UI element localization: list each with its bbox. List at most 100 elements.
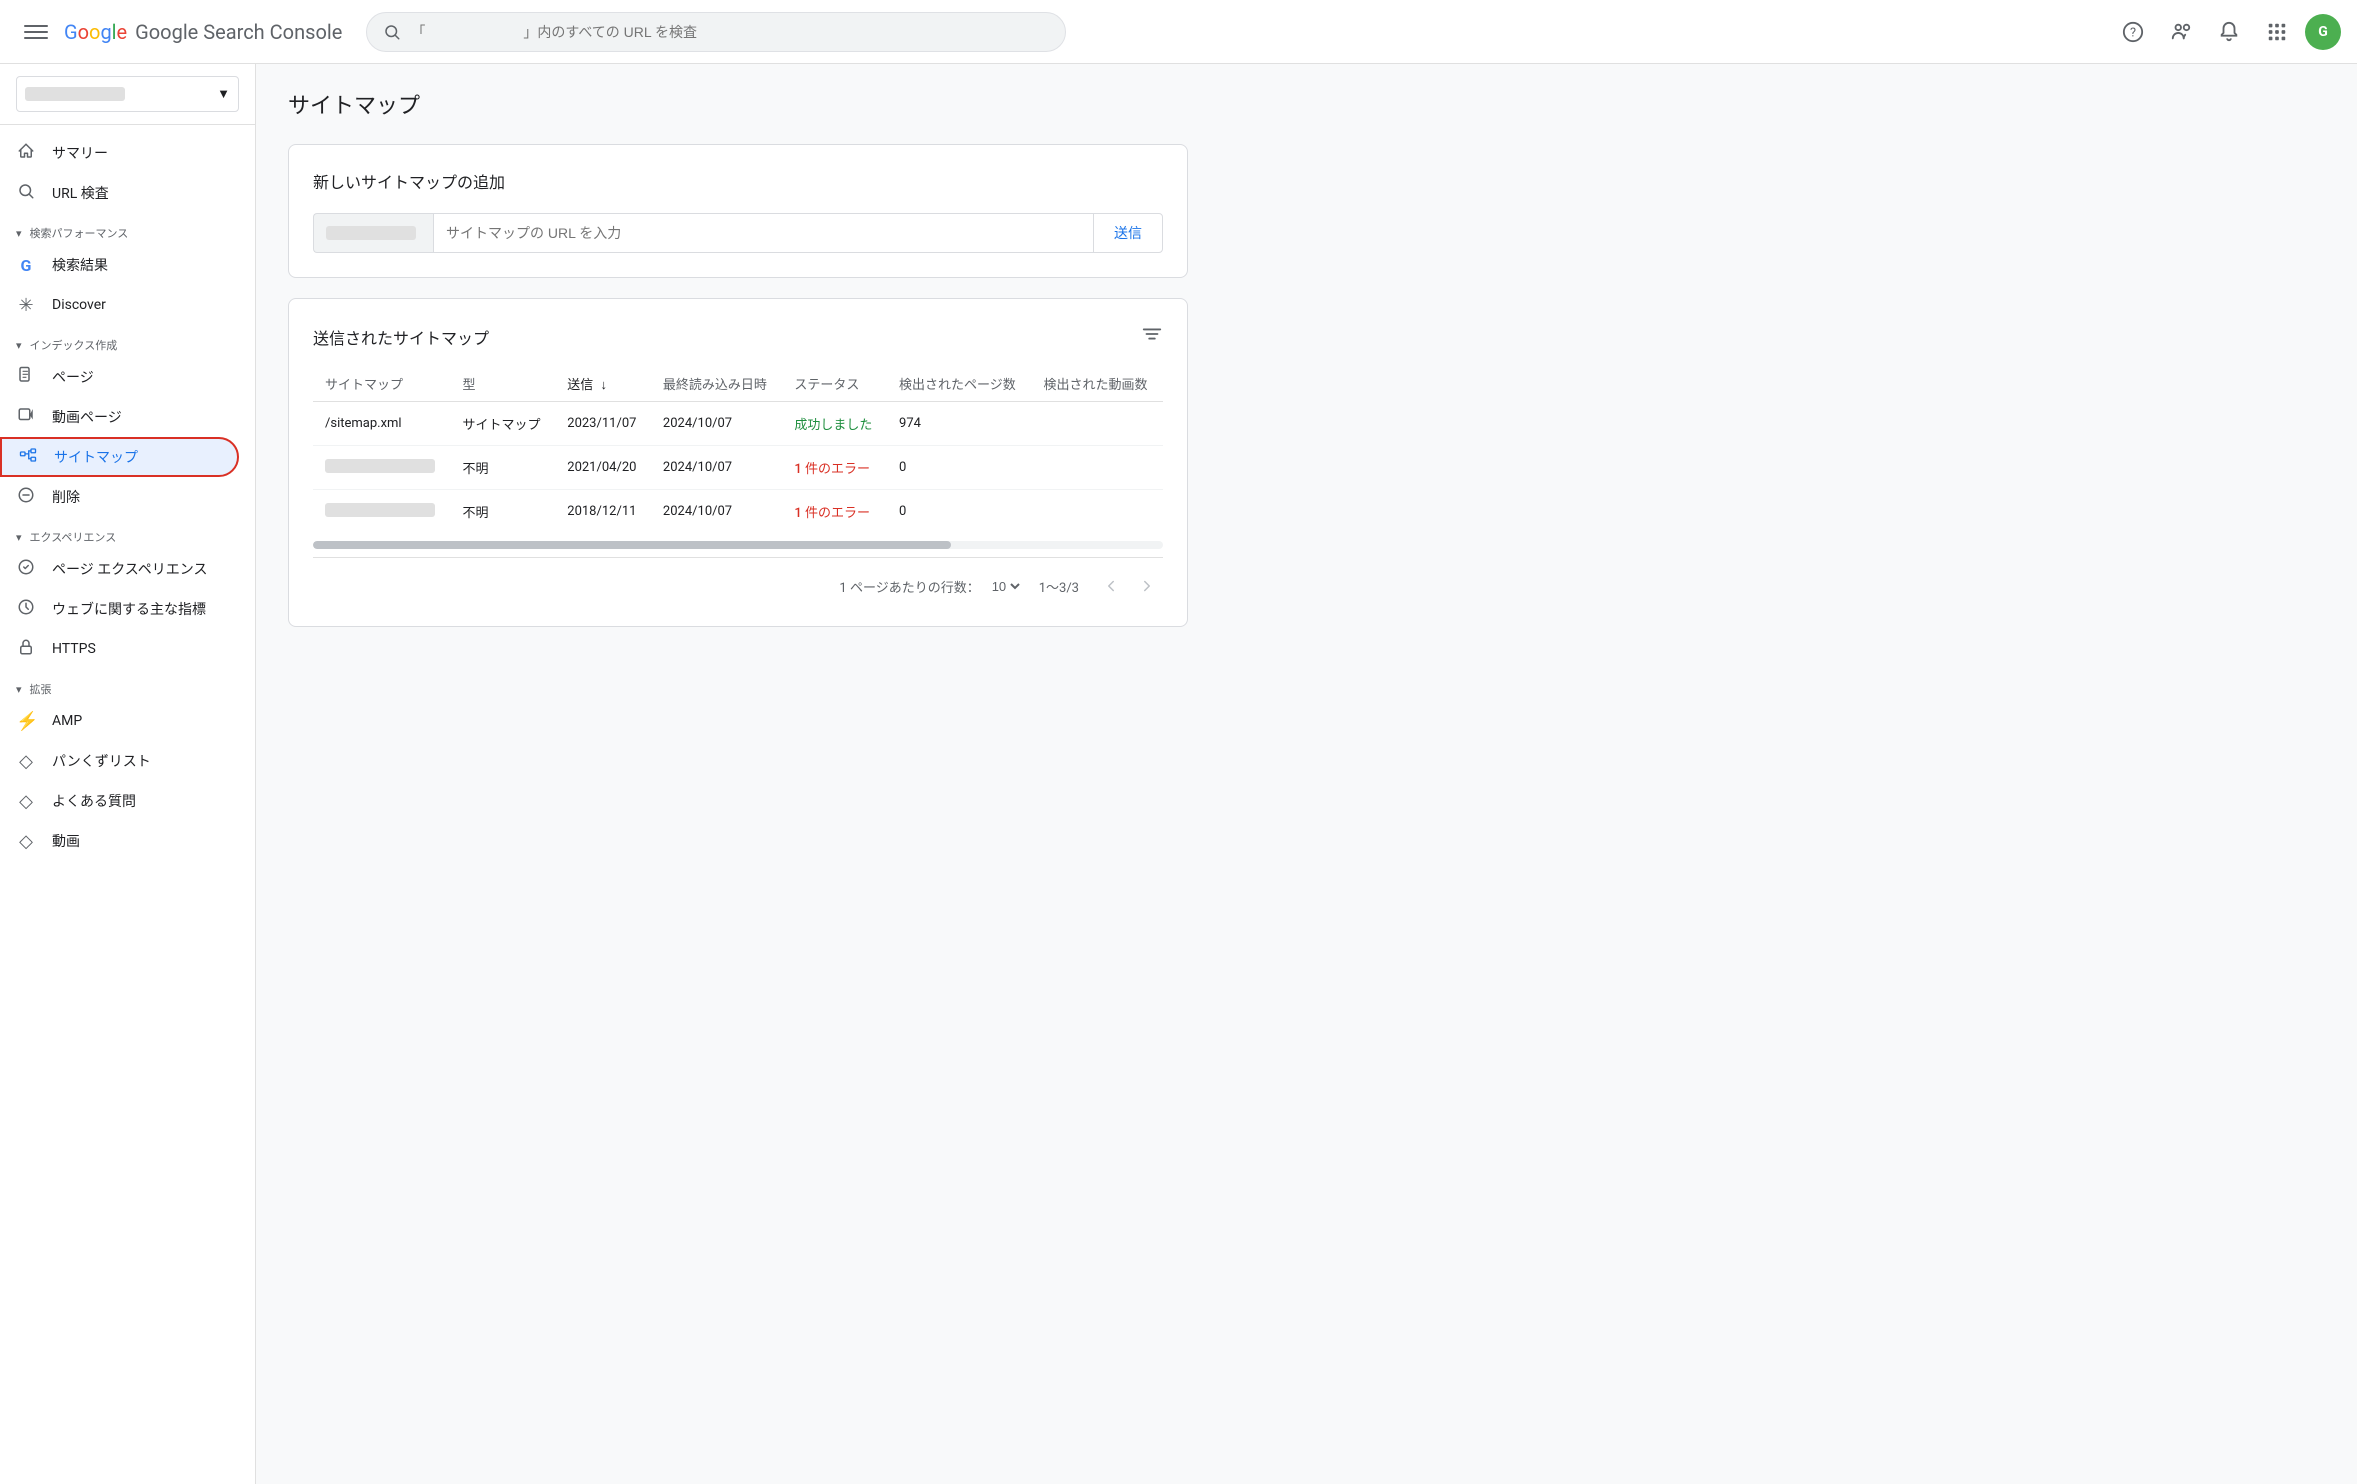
sidebar-item-discover[interactable]: ✳ Discover — [0, 285, 239, 325]
sidebar-item-video[interactable]: ◇ 動画 — [0, 821, 239, 861]
prev-page-button[interactable] — [1095, 570, 1127, 602]
sidebar-item-video-pages[interactable]: 動画ページ — [0, 397, 239, 437]
cell-videos-detected — [1032, 402, 1163, 446]
chevron-down-icon: ▾ — [16, 339, 22, 352]
sidebar-item-label: 検索結果 — [52, 255, 108, 275]
next-page-button[interactable] — [1131, 570, 1163, 602]
sidebar-item-amp[interactable]: ⚡ AMP — [0, 701, 239, 741]
section-index[interactable]: ▾ インデックス作成 — [0, 325, 255, 357]
search-icon — [16, 182, 36, 205]
page-info: 1～3/3 — [1039, 577, 1079, 596]
sitemap-prefix — [313, 213, 433, 253]
submit-button[interactable]: 送信 — [1093, 213, 1163, 253]
sidebar-item-pages[interactable]: ページ — [0, 357, 239, 397]
chevron-down-icon: ▼ — [217, 86, 230, 102]
sitemap-url-input[interactable] — [433, 213, 1093, 253]
table-header-row: サイトマップ 型 送信 ↓ 最終読み込み日時 ステータス 検出されたページ数 検… — [313, 366, 1163, 402]
blurred-sitemap — [325, 503, 435, 517]
cell-videos-detected — [1032, 446, 1163, 490]
cell-sitemap — [313, 446, 451, 490]
property-selector-container: ▼ — [0, 64, 255, 125]
property-selector[interactable]: ▼ — [16, 76, 239, 112]
menu-icon[interactable] — [16, 12, 56, 52]
chevron-down-icon: ▾ — [16, 531, 22, 544]
col-status: ステータス — [782, 366, 887, 402]
sidebar-item-search-results[interactable]: G 検索結果 — [0, 245, 239, 285]
sidebar-item-label: HTTPS — [52, 641, 96, 657]
table-scrollbar[interactable] — [313, 541, 1163, 549]
cell-status: 1 件のエラー — [782, 446, 887, 490]
chevron-down-icon: ▾ — [16, 227, 22, 240]
sidebar-item-summary[interactable]: サマリー — [0, 133, 239, 173]
sidebar-item-label: Discover — [52, 297, 106, 313]
svg-text:?: ? — [2130, 25, 2136, 40]
chevron-down-icon: ▾ — [16, 683, 22, 696]
blurred-sitemap — [325, 459, 435, 473]
section-label: インデックス作成 — [30, 337, 118, 353]
submitted-sitemaps-title: 送信されたサイトマップ — [313, 325, 489, 349]
cell-pages-detected: 0 — [887, 490, 1031, 534]
sidebar-item-core-web-vitals[interactable]: ウェブに関する主な指標 — [0, 589, 239, 629]
sitemap-icon — [18, 446, 38, 469]
topbar-right: ? — [2113, 12, 2341, 52]
sidebar-item-breadcrumb[interactable]: ◇ パンくずリスト — [0, 741, 239, 781]
users-icon[interactable] — [2161, 12, 2201, 52]
cell-sitemap: /sitemap.xml — [313, 402, 451, 446]
table-scrollbar-thumb — [313, 541, 951, 549]
cell-status: 成功しました — [782, 402, 887, 446]
sidebar-item-label: パンくずリスト — [52, 751, 151, 771]
pagination-arrows — [1095, 570, 1163, 602]
sidebar-item-label: サマリー — [52, 143, 108, 163]
sidebar-item-page-experience[interactable]: ページ エクスペリエンス — [0, 549, 239, 589]
apps-icon[interactable] — [2257, 12, 2297, 52]
section-search-performance[interactable]: ▾ 検索パフォーマンス — [0, 213, 255, 245]
section-enhancements[interactable]: ▾ 拡張 — [0, 669, 255, 701]
section-label: 拡張 — [30, 681, 52, 697]
search-bar[interactable] — [366, 12, 1066, 52]
sidebar-item-label: URL 検査 — [52, 183, 109, 203]
sidebar-item-label: ページ — [52, 367, 94, 387]
sidebar-item-label: サイトマップ — [54, 447, 138, 467]
submitted-sitemaps-card: 送信されたサイトマップ サイトマップ 型 — [288, 298, 1188, 627]
add-sitemap-card: 新しいサイトマップの追加 送信 — [288, 144, 1188, 278]
sidebar-item-https[interactable]: HTTPS — [0, 629, 239, 669]
col-type: 型 — [451, 366, 556, 402]
sidebar-item-url-inspect[interactable]: URL 検査 — [0, 173, 239, 213]
section-experience[interactable]: ▾ エクスペリエンス — [0, 517, 255, 549]
cell-submitted: 2018/12/11 — [555, 490, 651, 534]
sidebar-item-label: 動画 — [52, 831, 80, 851]
help-icon[interactable]: ? — [2113, 12, 2153, 52]
cell-last-read: 2024/10/07 — [651, 446, 782, 490]
page-experience-icon — [16, 558, 36, 581]
rows-per-page: 1 ページあたりの行数： 10 25 50 — [839, 577, 1022, 596]
main-content: サイトマップ 新しいサイトマップの追加 送信 送信されたサイトマップ — [256, 64, 2357, 1484]
section-label: 検索パフォーマンス — [30, 225, 129, 241]
cell-type: サイトマップ — [451, 402, 556, 446]
core-web-vitals-icon — [16, 598, 36, 621]
col-videos-detected: 検出された動画数 — [1032, 366, 1163, 402]
google-g-icon: G — [16, 256, 36, 275]
cell-submitted: 2021/04/20 — [555, 446, 651, 490]
home-icon — [16, 142, 36, 165]
submitted-sitemaps-header: 送信されたサイトマップ — [313, 323, 1163, 350]
app-title: Google Search Console — [135, 20, 342, 44]
cell-sitemap — [313, 490, 451, 534]
add-sitemap-title: 新しいサイトマップの追加 — [313, 169, 1163, 193]
sidebar-item-faq[interactable]: ◇ よくある質問 — [0, 781, 239, 821]
rows-per-page-select[interactable]: 10 25 50 — [988, 578, 1023, 595]
faq-icon: ◇ — [16, 791, 36, 812]
video-page-icon — [16, 406, 36, 429]
table-row: 不明 2018/12/11 2024/10/07 1 件のエラー 0 — [313, 490, 1163, 534]
col-last-read: 最終読み込み日時 — [651, 366, 782, 402]
col-submitted[interactable]: 送信 ↓ — [555, 366, 651, 402]
search-input[interactable] — [411, 24, 1049, 40]
avatar[interactable]: G — [2305, 14, 2341, 50]
cell-last-read: 2024/10/07 — [651, 490, 782, 534]
page-icon — [16, 366, 36, 389]
bell-icon[interactable] — [2209, 12, 2249, 52]
cell-submitted: 2023/11/07 — [555, 402, 651, 446]
layout: ▼ サマリー URL 検査 ▾ 検索パフォーマンス — [0, 64, 2357, 1484]
filter-icon[interactable] — [1141, 323, 1163, 350]
sidebar-item-sitemap[interactable]: サイトマップ — [0, 437, 239, 477]
sidebar-item-remove[interactable]: 削除 — [0, 477, 239, 517]
